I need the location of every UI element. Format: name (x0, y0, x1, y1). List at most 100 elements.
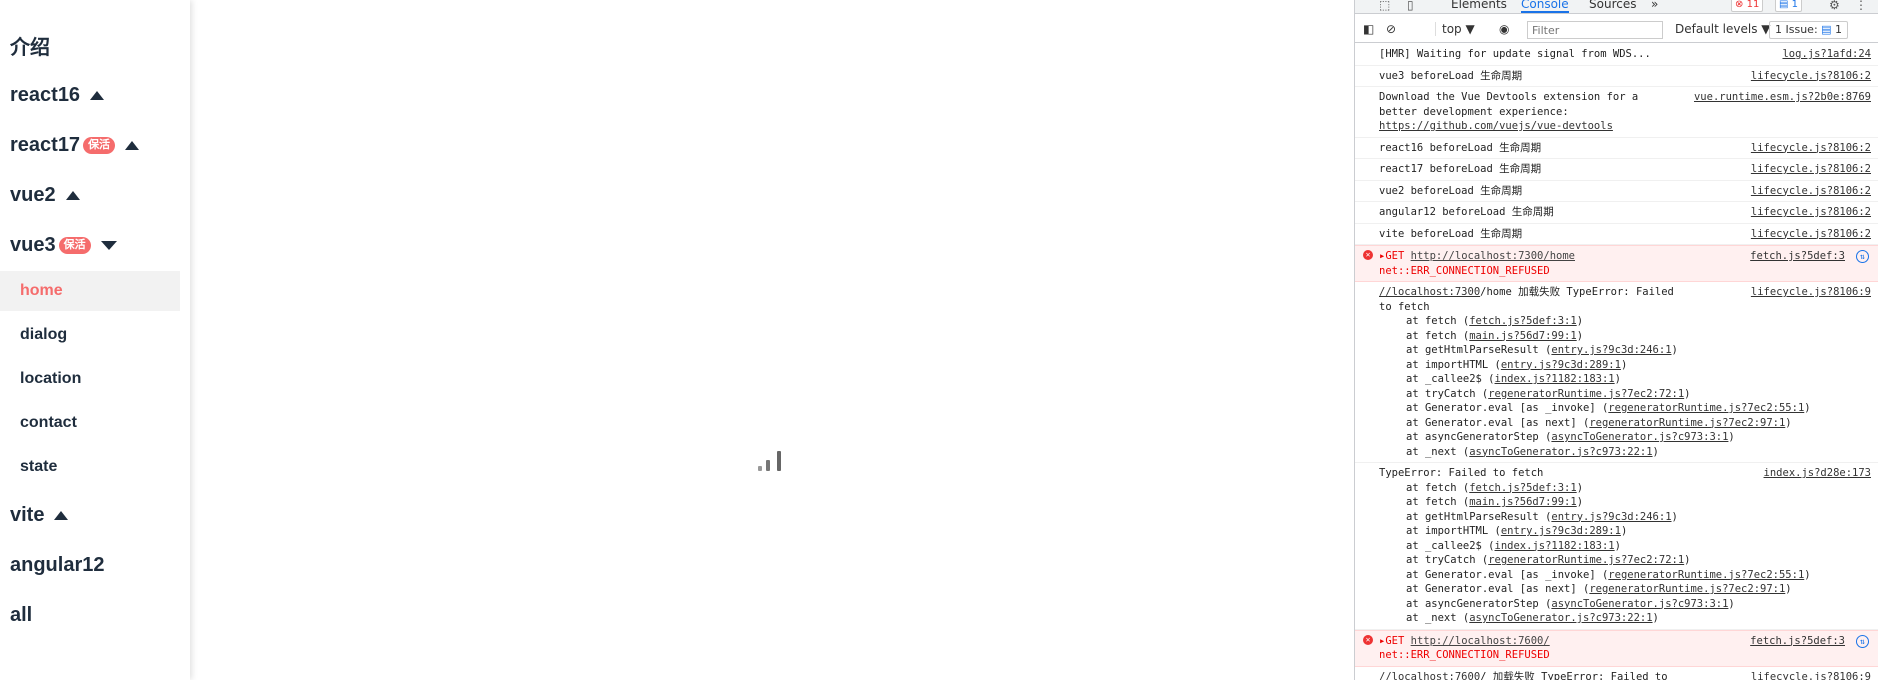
console-message: react16 beforeLoad 生命周期 lifecycle.js?810… (1355, 138, 1878, 159)
stack-frame-link[interactable]: entry.js?9c3d:246:1 (1551, 511, 1671, 523)
inspect-element-icon[interactable]: ⬚ (1379, 0, 1390, 12)
source-link[interactable]: lifecycle.js?8106:2 (1751, 162, 1871, 177)
stack-frame-link[interactable]: asyncToGenerator.js?c973:3:1 (1551, 598, 1728, 610)
clear-console-icon[interactable]: ⊘ (1386, 22, 1396, 36)
settings-gear-icon[interactable]: ⚙ (1829, 0, 1840, 12)
source-link[interactable]: vue.runtime.esm.js?2b0e:8769 (1694, 90, 1871, 105)
console-message: //localhost:7600/ 加载失败 TypeError: Failed… (1355, 667, 1878, 680)
stack-frame-link[interactable]: regeneratorRuntime.js?7ec2:55:1 (1608, 569, 1804, 581)
source-link[interactable]: lifecycle.js?8106:2 (1751, 227, 1871, 242)
source-link[interactable]: lifecycle.js?8106:2 (1751, 184, 1871, 199)
nav-item-label: vue3 (10, 233, 56, 256)
stack-frame-link[interactable]: fetch.js?5def:3:1 (1469, 482, 1576, 494)
nav-item-label: react16 (10, 83, 81, 106)
stack-frame: at _callee2$ (index.js?1182:183:1) (1406, 539, 1621, 552)
keep-alive-badge: 保活 (83, 136, 116, 154)
source-link[interactable]: lifecycle.js?8106:2 (1751, 205, 1871, 220)
network-request-icon[interactable]: ⇅ (1856, 250, 1869, 263)
nav-item-react16[interactable]: react16 (10, 80, 105, 110)
nav-item-angular12[interactable]: angular12 (10, 550, 104, 580)
nav-item-label: angular12 (10, 553, 105, 576)
nav-item-vue3[interactable]: vue3 保活 (10, 230, 117, 260)
log-levels-dropdown[interactable]: Default levels ▼ (1675, 22, 1771, 36)
devtools-url-link[interactable]: https://github.com/vuejs/vue-devtools (1379, 119, 1873, 134)
console-message: Download the Vue Devtools extension for … (1355, 87, 1878, 138)
nav-item-all[interactable]: all (10, 600, 32, 630)
stack-frame-link[interactable]: regeneratorRuntime.js?7ec2:97:1 (1589, 417, 1785, 429)
stack-frame: at Generator.eval [as next] (regenerator… (1406, 416, 1792, 429)
issues-button[interactable]: 1 Issue: ▤ 1 (1769, 21, 1849, 39)
stack-frame-link[interactable]: regeneratorRuntime.js?7ec2:72:1 (1488, 554, 1684, 566)
console-error-message[interactable]: ✕ ▸GET http://localhost:7300/home net::E… (1355, 245, 1878, 282)
device-toolbar-icon[interactable]: ▯ (1407, 0, 1414, 12)
more-tabs-button[interactable]: » (1651, 0, 1658, 11)
stack-frame: at tryCatch (regeneratorRuntime.js?7ec2:… (1406, 554, 1691, 566)
nav-item-label: all (10, 603, 33, 626)
source-link[interactable]: log.js?1afd:24 (1782, 47, 1871, 62)
source-link[interactable]: lifecycle.js?8106:9 (1751, 670, 1871, 680)
stack-frame-link[interactable]: entry.js?9c3d:289:1 (1501, 525, 1621, 537)
error-detail: net::ERR_CONNECTION_REFUSED (1379, 649, 1550, 661)
source-link[interactable]: fetch.js?5def:3 (1750, 634, 1845, 649)
message-icon: ▤ (1779, 0, 1789, 10)
nav-item-intro[interactable]: 介绍 (10, 30, 50, 60)
context-selector[interactable]: top ▼ (1435, 22, 1475, 36)
sub-item-home[interactable]: home (0, 271, 180, 311)
sidebar-toggle-icon[interactable]: ◧ (1363, 22, 1374, 36)
tab-elements[interactable]: Elements (1451, 0, 1507, 11)
stack-frame-link[interactable]: asyncToGenerator.js?c973:22:1 (1469, 446, 1652, 458)
console-filter-input[interactable] (1527, 21, 1663, 39)
stack-frame-link[interactable]: regeneratorRuntime.js?7ec2:97:1 (1589, 583, 1785, 595)
stack-frame-link[interactable]: main.js?56d7:99:1 (1469, 496, 1576, 508)
error-detail: net::ERR_CONNECTION_REFUSED (1379, 264, 1550, 277)
stack-frame-link[interactable]: regeneratorRuntime.js?7ec2:72:1 (1488, 388, 1684, 400)
stack-frame-link[interactable]: entry.js?9c3d:289:1 (1501, 359, 1621, 371)
source-link[interactable]: lifecycle.js?8106:9 (1751, 285, 1871, 300)
network-request-icon[interactable]: ⇅ (1856, 634, 1869, 648)
live-expression-eye-icon[interactable]: ◉ (1499, 22, 1509, 36)
stack-frame-link[interactable]: index.js?1182:183:1 (1495, 373, 1615, 385)
stack-frame-link[interactable]: index.js?1182:183:1 (1495, 540, 1615, 552)
sub-item-state[interactable]: state (0, 447, 180, 487)
console-toolbar: ◧ ⊘ top ▼ ◉ Default levels ▼ 1 Issue: ▤ … (1355, 15, 1878, 43)
console-message: vite beforeLoad 生命周期 lifecycle.js?8106:2 (1355, 224, 1878, 245)
message-count-badge[interactable]: ▤ 1 (1775, 0, 1803, 12)
error-count-badge[interactable]: ⊗ 11 (1731, 0, 1764, 12)
stack-frame-link[interactable]: entry.js?9c3d:246:1 (1551, 344, 1671, 356)
request-url-link[interactable]: http://localhost:7600/ (1411, 635, 1550, 647)
issues-label: 1 Issue: (1775, 23, 1822, 36)
more-options-icon[interactable]: ⋮ (1855, 0, 1867, 12)
nav-item-vite[interactable]: vite (10, 500, 69, 530)
sub-item-location[interactable]: location (0, 359, 180, 399)
tab-console[interactable]: Console (1521, 0, 1569, 13)
source-link[interactable]: lifecycle.js?8106:2 (1751, 69, 1871, 84)
stack-frame-link[interactable]: asyncToGenerator.js?c973:3:1 (1551, 431, 1728, 443)
tab-sources[interactable]: Sources (1589, 0, 1636, 11)
host-link[interactable]: //localhost:7600 (1379, 671, 1480, 680)
stack-frame: at importHTML (entry.js?9c3d:289:1) (1406, 525, 1628, 537)
console-message: react17 beforeLoad 生命周期 lifecycle.js?810… (1355, 159, 1878, 181)
stack-frame-link[interactable]: asyncToGenerator.js?c973:22:1 (1469, 612, 1652, 624)
stack-trace: at fetch (fetch.js?5def:3:1) at fetch (m… (1379, 481, 1873, 626)
stack-frame: at asyncGeneratorStep (asyncToGenerator.… (1406, 431, 1735, 443)
source-link[interactable]: lifecycle.js?8106:2 (1751, 141, 1871, 156)
console-message: angular12 beforeLoad 生命周期 lifecycle.js?8… (1355, 202, 1878, 224)
nav-item-vue2[interactable]: vue2 (10, 180, 80, 210)
caret-up-icon (90, 90, 105, 100)
nav-item-label: react17 (10, 133, 81, 156)
stack-frame-link[interactable]: main.js?56d7:99:1 (1469, 330, 1576, 342)
devtools-tab-bar: ⬚ ▯ Elements Console Sources » ⊗ 11 ▤ 1 … (1355, 0, 1878, 14)
host-link[interactable]: //localhost:7300 (1379, 286, 1480, 298)
stack-frame: at getHtmlParseResult (entry.js?9c3d:246… (1406, 510, 1678, 523)
nav-item-react17[interactable]: react17 保活 (10, 130, 140, 160)
console-error-message[interactable]: ✕ ▸GET http://localhost:7600/ net::ERR_C… (1355, 629, 1878, 667)
stack-frame-link[interactable]: fetch.js?5def:3:1 (1469, 315, 1576, 327)
source-link[interactable]: index.js?d28e:173 (1764, 466, 1871, 481)
stack-frame: at Generator.eval [as _invoke] (regenera… (1406, 568, 1811, 581)
stack-frame: at _callee2$ (index.js?1182:183:1) (1406, 373, 1621, 385)
stack-frame-link[interactable]: regeneratorRuntime.js?7ec2:55:1 (1608, 402, 1804, 414)
sub-item-contact[interactable]: contact (0, 403, 180, 443)
sub-item-dialog[interactable]: dialog (0, 315, 180, 355)
request-url-link[interactable]: http://localhost:7300/home (1411, 250, 1575, 262)
source-link[interactable]: fetch.js?5def:3 (1750, 249, 1845, 264)
